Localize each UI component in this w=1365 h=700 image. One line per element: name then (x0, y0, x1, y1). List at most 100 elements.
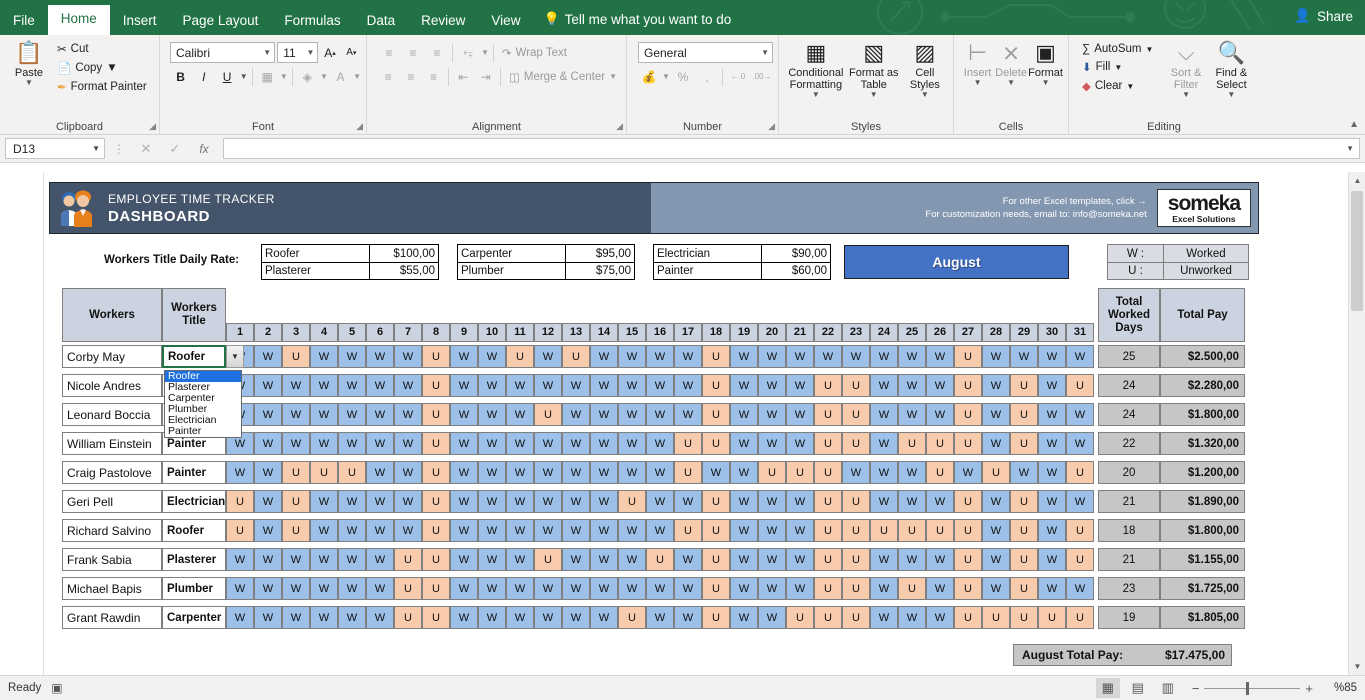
day-cell-23[interactable]: U (842, 519, 870, 542)
day-cell-1[interactable]: W (226, 461, 254, 484)
day-cell-10[interactable]: W (478, 461, 506, 484)
day-cell-23[interactable]: U (842, 374, 870, 397)
name-box[interactable]: D13 ▼ (5, 138, 105, 159)
day-cell-25[interactable]: U (898, 519, 926, 542)
day-cell-18[interactable]: U (702, 519, 730, 542)
day-cell-6[interactable]: W (366, 577, 394, 600)
day-cell-28[interactable]: W (982, 403, 1010, 426)
day-cell-29[interactable]: U (1010, 548, 1038, 571)
day-cell-16[interactable]: W (646, 461, 674, 484)
day-cell-4[interactable]: W (310, 432, 338, 455)
day-cell-20[interactable]: W (758, 432, 786, 455)
wrap-text-button[interactable]: ↷ Wrap Text (498, 44, 571, 62)
find-select-button[interactable]: 🔍 Find & Select ▼ (1209, 38, 1254, 99)
day-cell-12[interactable]: W (534, 345, 562, 368)
day-cell-5[interactable]: W (338, 548, 366, 571)
chevron-down-icon[interactable]: ▼ (1346, 144, 1354, 153)
font-color-button[interactable]: A (330, 66, 351, 87)
day-cell-24[interactable]: W (870, 548, 898, 571)
day-cell-27[interactable]: U (954, 432, 982, 455)
fill-button[interactable]: ⬇ Fill ▼ (1078, 58, 1157, 76)
shrink-font-button[interactable]: A ▾ (342, 42, 361, 63)
day-cell-8[interactable]: U (422, 403, 450, 426)
day-cell-9[interactable]: W (450, 606, 478, 629)
day-cell-20[interactable]: W (758, 577, 786, 600)
day-cell-18[interactable]: U (702, 432, 730, 455)
day-cell-7[interactable]: W (394, 345, 422, 368)
day-cell-22[interactable]: U (814, 374, 842, 397)
increase-decimal-button[interactable]: ←.0 (727, 66, 749, 87)
worker-name-cell[interactable]: Geri Pell (62, 490, 162, 513)
day-cell-7[interactable]: W (394, 490, 422, 513)
tab-file[interactable]: File (0, 7, 48, 36)
day-cell-5[interactable]: W (338, 345, 366, 368)
decrease-indent-button[interactable]: ⇤ (453, 66, 474, 87)
day-cell-31[interactable]: U (1066, 461, 1094, 484)
day-cell-26[interactable]: W (926, 548, 954, 571)
day-cell-12[interactable]: U (534, 548, 562, 571)
day-cell-18[interactable]: U (702, 345, 730, 368)
day-cell-1[interactable]: W (226, 548, 254, 571)
day-cell-26[interactable]: W (926, 403, 954, 426)
day-cell-10[interactable]: W (478, 490, 506, 513)
day-cell-29[interactable]: W (1010, 345, 1038, 368)
day-cell-11[interactable]: W (506, 490, 534, 513)
day-cell-17[interactable]: W (674, 490, 702, 513)
day-cell-19[interactable]: W (730, 374, 758, 397)
increase-indent-button[interactable]: ⇥ (475, 66, 496, 87)
day-cell-16[interactable]: W (646, 403, 674, 426)
day-cell-10[interactable]: W (478, 548, 506, 571)
day-cell-16[interactable]: W (646, 345, 674, 368)
align-center-button[interactable]: ≡ (401, 66, 422, 87)
tell-me-box[interactable]: 💡 Tell me what you want to do (533, 4, 741, 35)
day-cell-22[interactable]: U (814, 519, 842, 542)
day-cell-24[interactable]: W (870, 374, 898, 397)
format-as-table-button[interactable]: ▧ Format as Table ▼ (846, 38, 902, 99)
day-cell-25[interactable]: W (898, 548, 926, 571)
day-cell-9[interactable]: W (450, 461, 478, 484)
decrease-decimal-button[interactable]: .00→ (751, 66, 773, 87)
day-cell-12[interactable]: W (534, 490, 562, 513)
day-cell-8[interactable]: U (422, 345, 450, 368)
day-cell-13[interactable]: W (562, 548, 590, 571)
worker-title-cell[interactable]: Carpenter (162, 606, 226, 629)
day-cell-17[interactable]: W (674, 374, 702, 397)
chevron-down-icon[interactable]: ▼ (353, 72, 361, 81)
day-cell-29[interactable]: W (1010, 461, 1038, 484)
accounting-format-button[interactable]: 💰 (638, 66, 660, 87)
day-cell-5[interactable]: U (338, 461, 366, 484)
day-cell-26[interactable]: U (926, 432, 954, 455)
cell-styles-button[interactable]: ▨ Cell Styles ▼ (902, 38, 948, 99)
day-cell-10[interactable]: W (478, 577, 506, 600)
someka-logo[interactable]: someka Excel Solutions (1156, 189, 1251, 227)
day-cell-2[interactable]: W (254, 403, 282, 426)
day-cell-10[interactable]: W (478, 403, 506, 426)
day-cell-30[interactable]: U (1038, 606, 1066, 629)
day-cell-28[interactable]: W (982, 577, 1010, 600)
day-cell-5[interactable]: W (338, 403, 366, 426)
orientation-button[interactable]: ⥆ (457, 42, 479, 63)
paste-button[interactable]: 📋 Paste ▼ (5, 38, 53, 87)
day-cell-31[interactable]: W (1066, 490, 1094, 513)
dropdown-toggle-button[interactable]: ▼ (226, 345, 244, 368)
vertical-scroll-thumb[interactable] (1351, 191, 1363, 311)
page-layout-view-button[interactable]: ▤ (1126, 678, 1150, 698)
day-cell-5[interactable]: W (338, 490, 366, 513)
day-cell-26[interactable]: U (926, 461, 954, 484)
day-cell-8[interactable]: U (422, 548, 450, 571)
underline-button[interactable]: U (216, 66, 237, 87)
day-cell-31[interactable]: U (1066, 606, 1094, 629)
day-cell-8[interactable]: U (422, 432, 450, 455)
font-dialog-launcher[interactable]: ◢ (356, 121, 363, 132)
day-cell-27[interactable]: U (954, 519, 982, 542)
day-cell-1[interactable]: U (226, 490, 254, 513)
day-cell-25[interactable]: U (898, 432, 926, 455)
day-cell-14[interactable]: W (590, 345, 618, 368)
day-cell-25[interactable]: W (898, 374, 926, 397)
day-cell-15[interactable]: W (618, 461, 646, 484)
day-cell-14[interactable]: W (590, 403, 618, 426)
day-cell-14[interactable]: W (590, 548, 618, 571)
autosum-button[interactable]: ∑ AutoSum ▼ (1078, 41, 1157, 57)
tab-insert[interactable]: Insert (110, 7, 170, 36)
day-cell-5[interactable]: W (338, 606, 366, 629)
